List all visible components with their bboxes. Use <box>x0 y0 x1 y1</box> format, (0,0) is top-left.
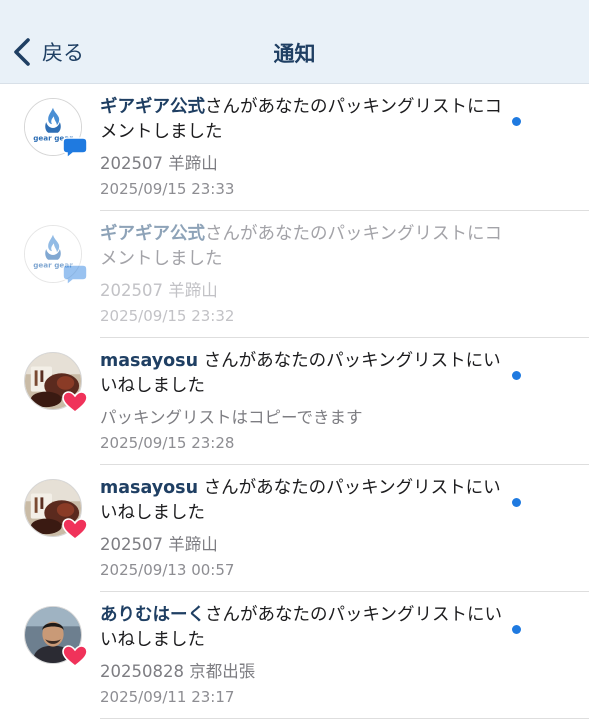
speech-bubble-icon <box>62 137 88 160</box>
like-badge <box>62 390 88 414</box>
like-badge <box>62 644 88 668</box>
packing-list-title: 202507 羊蹄山 <box>100 281 218 300</box>
notification-message: ギアギア公式さんがあなたのパッキングリストにコメントしました <box>100 95 505 145</box>
navigation-bar: 戻る 通知 <box>0 0 589 84</box>
timestamp: 2025/09/15 23:33 <box>100 180 235 198</box>
packing-list-title: 20250828 京都出張 <box>100 662 256 681</box>
divider <box>100 718 589 719</box>
page-title: 通知 <box>273 42 316 66</box>
unread-indicator <box>512 117 521 126</box>
heart-icon <box>62 518 88 541</box>
user-name: ありむはーく <box>100 605 205 625</box>
unread-indicator <box>512 371 521 380</box>
user-name: masayosu <box>100 351 199 371</box>
like-badge <box>62 517 88 541</box>
heart-icon <box>62 645 88 668</box>
notification-item[interactable]: gear gear ギアギア公式さんがあなたのパッキングリストにコメントしました 2… <box>0 84 589 211</box>
timestamp: 2025/09/15 23:28 <box>100 434 235 452</box>
comment-badge <box>62 263 88 287</box>
user-name: ギアギア公式 <box>100 224 205 244</box>
timestamp: 2025/09/11 23:17 <box>100 688 235 706</box>
packing-list-title: 202507 羊蹄山 <box>100 535 218 554</box>
packing-list-title: パッキングリストはコピーできます <box>100 408 363 427</box>
notification-item[interactable]: masayosu さんがあなたのパッキングリストにいいねしましたパッキングリスト… <box>0 338 589 465</box>
packing-list-title: 202507 羊蹄山 <box>100 154 218 173</box>
notification-message: masayosu さんがあなたのパッキングリストにいいねしました <box>100 476 505 526</box>
notification-item[interactable]: masayosu さんがあなたのパッキングリストにいいねしました 202507 羊… <box>0 465 589 592</box>
timestamp: 2025/09/15 23:32 <box>100 307 235 325</box>
notification-item[interactable]: ありむはーくさんがあなたのパッキングリストにいいねしました 20250828 京都… <box>0 592 589 719</box>
heart-icon <box>62 391 88 414</box>
notification-item[interactable]: gear gear ギアギア公式さんがあなたのパッキングリストにコメントしました 2… <box>0 211 589 338</box>
user-name: ギアギア公式 <box>100 97 205 117</box>
notification-list: gear gear ギアギア公式さんがあなたのパッキングリストにコメントしました 2… <box>0 84 589 719</box>
notification-message: ギアギア公式さんがあなたのパッキングリストにコメントしました <box>100 222 505 272</box>
user-name: masayosu <box>100 478 199 498</box>
timestamp: 2025/09/13 00:57 <box>100 561 235 579</box>
notification-message: masayosu さんがあなたのパッキングリストにいいねしました <box>100 349 505 399</box>
speech-bubble-icon <box>62 264 88 287</box>
unread-indicator <box>512 625 521 634</box>
comment-badge <box>62 136 88 160</box>
unread-indicator <box>512 498 521 507</box>
notification-message: ありむはーくさんがあなたのパッキングリストにいいねしました <box>100 603 505 653</box>
